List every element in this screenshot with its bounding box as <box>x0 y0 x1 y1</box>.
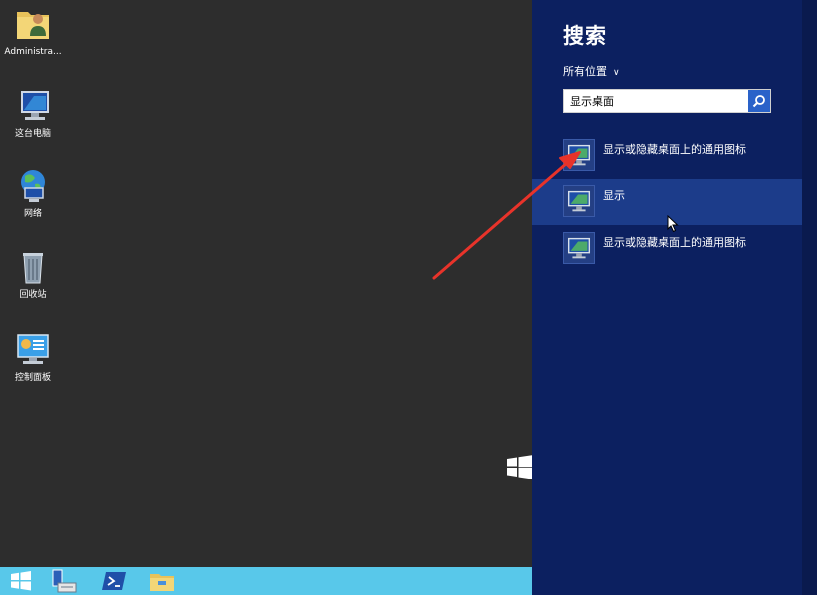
network-globe-icon <box>21 170 45 202</box>
desktop-icon-label: 回收站 <box>19 290 47 300</box>
desktop-icon-label: 这台电脑 <box>14 129 51 139</box>
desktop-icon-this-pc[interactable]: 这台电脑 <box>0 86 66 140</box>
file-explorer-icon[interactable] <box>147 569 177 593</box>
control-panel-icon <box>17 334 49 364</box>
display-settings-icon <box>563 139 595 171</box>
chevron-down-icon: ∨ <box>613 68 620 78</box>
search-result-label: 显示或隐藏桌面上的通用图标 <box>603 236 746 249</box>
desktop-icon-label: Administra... <box>4 47 62 57</box>
search-scope-label: 所有位置 <box>563 65 607 78</box>
user-folder-icon <box>17 12 49 39</box>
desktop-icon-administrator[interactable]: Administra... <box>0 4 66 58</box>
desktop-icon-label: 控制面板 <box>14 373 51 383</box>
search-icon <box>752 95 765 108</box>
search-title: 搜索 <box>563 24 607 48</box>
search-scope-dropdown[interactable]: 所有位置 ∨ <box>563 63 620 79</box>
desktop-icon-control-panel[interactable]: 控制面板 <box>0 330 66 384</box>
search-box <box>563 89 771 113</box>
desktop-icon-network[interactable]: 网络 <box>0 166 66 220</box>
display-settings-icon <box>563 232 595 264</box>
desktop: Administra... 这台电脑 网络 回收站 控制面板 <box>0 0 532 567</box>
taskbar <box>0 567 532 595</box>
windows-logo-icon[interactable] <box>507 455 532 479</box>
computer-icon <box>21 91 49 120</box>
desktop-icon-recycle-bin[interactable]: 回收站 <box>0 247 66 301</box>
display-icon <box>563 185 595 217</box>
search-button[interactable] <box>748 90 770 112</box>
search-charm-panel: 搜索 所有位置 ∨ 显示或隐藏桌面上的通用图标 显示 <box>532 0 802 595</box>
search-result-item[interactable]: 显示或隐藏桌面上的通用图标 <box>532 133 802 179</box>
search-input[interactable] <box>570 92 746 110</box>
recycle-bin-icon <box>23 253 43 284</box>
search-result-label: 显示 <box>603 189 625 202</box>
start-icon[interactable] <box>6 569 36 593</box>
desktop-icon-label: 网络 <box>23 209 42 219</box>
search-result-label: 显示或隐藏桌面上的通用图标 <box>603 143 746 156</box>
mouse-pointer-icon <box>667 215 679 233</box>
charm-edge <box>802 0 817 595</box>
powershell-icon[interactable] <box>100 569 130 593</box>
server-manager-icon[interactable] <box>50 569 80 593</box>
